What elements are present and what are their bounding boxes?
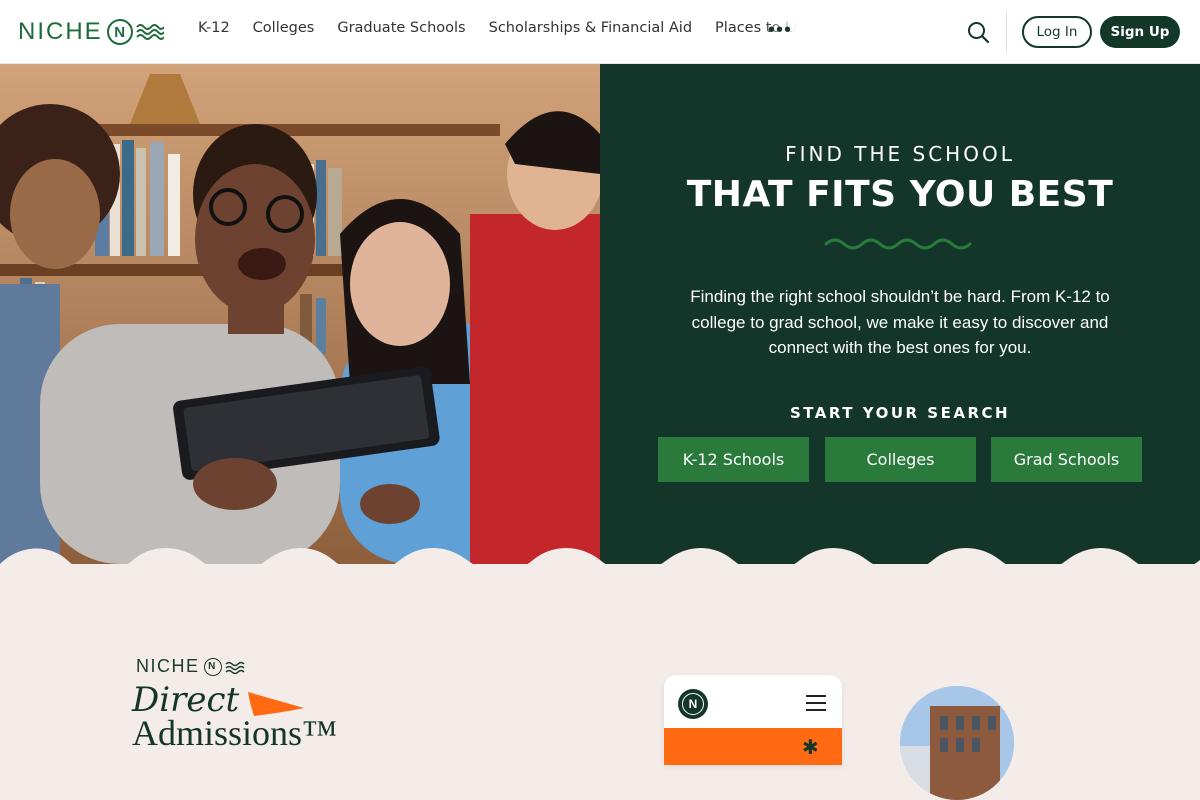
campus-photo (900, 686, 1014, 800)
logo-n-badge: N (106, 19, 133, 45)
signup-button[interactable]: Sign Up (1100, 16, 1180, 48)
phone-niche-logo: N (678, 689, 708, 719)
logo-wordmark: NICHE (18, 18, 103, 45)
niche-logo[interactable]: NICHE N (18, 18, 164, 46)
da-title-admissions: Admissions™ (132, 713, 338, 753)
direct-admissions-brand: NICHE N (136, 656, 247, 677)
grad-schools-button[interactable]: Grad Schools (991, 437, 1142, 482)
squiggle-divider-icon (824, 238, 972, 250)
k12-schools-button[interactable]: K-12 Schools (658, 437, 809, 482)
phone-mockup: N ✱ (664, 675, 842, 765)
da-niche-wordmark: NICHE (136, 656, 200, 676)
nav-k12[interactable]: K-12 (198, 20, 230, 36)
header-divider (1006, 12, 1007, 52)
nav-colleges[interactable]: Colleges (253, 20, 315, 36)
nav-scholarships[interactable]: Scholarships & Financial Aid (489, 20, 692, 36)
main-nav: K-12 Colleges Graduate Schools Scholarsh… (198, 20, 803, 36)
start-search-label: START YOUR SEARCH (789, 404, 1011, 422)
wave-separator (0, 548, 1200, 580)
top-header: NICHE N K-12 Colleges Graduate Schools S… (0, 0, 1200, 64)
students-photo-illustration (0, 64, 600, 564)
hero-kicker: FIND THE SCHOOL (785, 142, 1015, 166)
hero-panel: FIND THE SCHOOL THAT FITS YOU BEST Findi… (600, 64, 1200, 564)
login-button[interactable]: Log In (1022, 16, 1092, 48)
logo-waves-icon (135, 24, 164, 40)
more-dots-icon[interactable]: ••• (768, 20, 792, 40)
hero-headline: THAT FITS YOU BEST (686, 174, 1114, 215)
hero-description: Finding the right school shouldn’t be ha… (690, 287, 1110, 357)
campus-building-illustration (900, 686, 1014, 800)
asterisk-icon: ✱ (802, 737, 819, 759)
hero-photo (0, 64, 600, 564)
hamburger-menu-icon (806, 695, 826, 711)
colleges-button[interactable]: Colleges (825, 437, 976, 482)
da-niche-badge: N (203, 657, 222, 676)
nav-graduate-schools[interactable]: Graduate Schools (337, 20, 465, 36)
da-waves-icon (224, 661, 245, 674)
search-icon[interactable] (966, 20, 990, 44)
